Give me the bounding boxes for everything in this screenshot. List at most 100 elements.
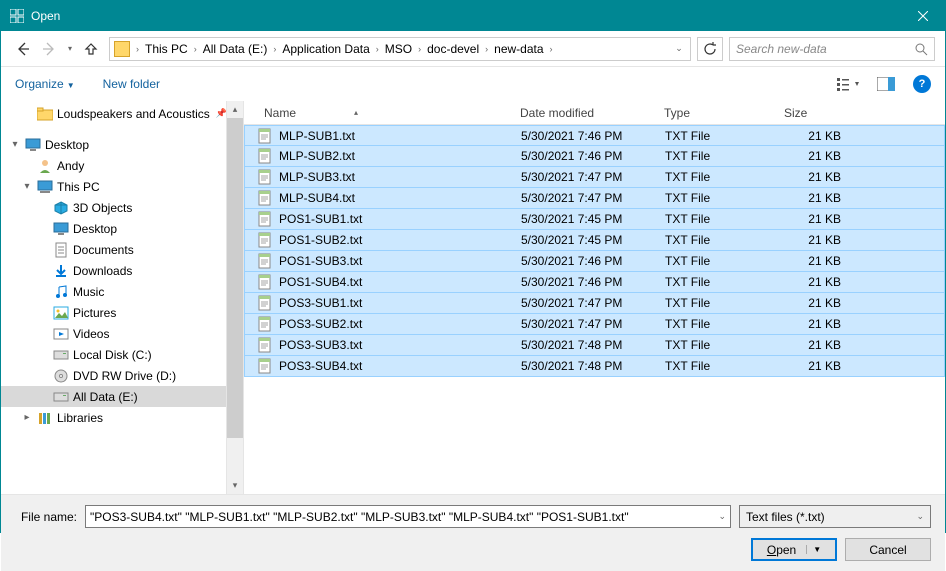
col-date[interactable]: Date modified [512,106,656,120]
filename-dropdown-icon[interactable]: ⌄ [714,511,726,522]
file-row[interactable]: POS1-SUB1.txt 5/30/2021 7:45 PM TXT File… [244,209,945,230]
tree-item[interactable]: DVD RW Drive (D:) [1,365,243,386]
tree-item-label: Videos [73,327,109,341]
breadcrumb-item[interactable]: MSO [381,40,416,58]
refresh-button[interactable] [697,37,723,61]
tree-expand-icon[interactable]: ▾ [21,181,33,192]
file-row[interactable]: POS1-SUB3.txt 5/30/2021 7:46 PM TXT File… [244,251,945,272]
3d-icon [53,200,69,216]
breadcrumb-separator-icon: › [548,44,555,54]
file-name: POS3-SUB3.txt [279,338,513,352]
tree-scrollbar[interactable]: ▴▾ [226,101,243,494]
tree-item-label: Documents [73,243,134,257]
tree-item[interactable]: ▾ This PC [1,176,243,197]
breadcrumb-item[interactable]: Application Data [278,40,373,58]
file-name: MLP-SUB3.txt [279,170,513,184]
file-name: POS1-SUB3.txt [279,254,513,268]
breadcrumb-item[interactable]: All Data (E:) [199,40,272,58]
lib-icon [37,410,53,426]
nav-tree[interactable]: Loudspeakers and Acoustics📌▾DesktopAndy▾… [1,101,244,494]
file-date: 5/30/2021 7:45 PM [513,233,657,247]
open-button[interactable]: Open▼ [751,538,837,561]
file-date: 5/30/2021 7:45 PM [513,212,657,226]
file-date: 5/30/2021 7:47 PM [513,191,657,205]
col-type[interactable]: Type [656,106,776,120]
file-row[interactable]: POS1-SUB2.txt 5/30/2021 7:45 PM TXT File… [244,230,945,251]
tree-item[interactable]: All Data (E:) [1,386,243,407]
txt-file-icon [257,232,273,248]
file-name: POS3-SUB4.txt [279,359,513,373]
filename-label: File name: [15,510,77,524]
tree-item[interactable]: Downloads [1,260,243,281]
file-row[interactable]: MLP-SUB2.txt 5/30/2021 7:46 PM TXT File … [244,146,945,167]
file-date: 5/30/2021 7:46 PM [513,275,657,289]
tree-item-label: Andy [57,159,84,173]
txt-file-icon [257,190,273,206]
filetype-select[interactable]: Text files (*.txt)⌄ [739,505,931,528]
organize-menu[interactable]: Organize▼ [15,77,75,91]
txt-file-icon [257,253,273,269]
file-name: MLP-SUB2.txt [279,149,513,163]
file-row[interactable]: MLP-SUB3.txt 5/30/2021 7:47 PM TXT File … [244,167,945,188]
tree-item[interactable]: Pictures [1,302,243,323]
file-type: TXT File [657,317,777,331]
file-name: MLP-SUB4.txt [279,191,513,205]
file-row[interactable]: POS3-SUB4.txt 5/30/2021 7:48 PM TXT File… [244,356,945,377]
tree-item[interactable]: Music [1,281,243,302]
tree-item[interactable]: Videos [1,323,243,344]
view-options[interactable] [837,77,859,91]
close-button[interactable] [900,1,945,31]
file-type: TXT File [657,359,777,373]
tree-item[interactable]: 3D Objects [1,197,243,218]
file-row[interactable]: POS1-SUB4.txt 5/30/2021 7:46 PM TXT File… [244,272,945,293]
file-row[interactable]: MLP-SUB4.txt 5/30/2021 7:47 PM TXT File … [244,188,945,209]
pc-icon [37,179,53,195]
tree-expand-icon[interactable]: ▸ [21,412,33,423]
preview-pane-toggle[interactable] [877,77,895,91]
user-icon [37,158,53,174]
file-date: 5/30/2021 7:46 PM [513,149,657,163]
file-size: 21 KB [777,254,849,268]
tree-item[interactable]: Andy [1,155,243,176]
tree-item-label: This PC [57,180,100,194]
address-bar[interactable]: › This PC›All Data (E:)›Application Data… [109,37,691,61]
column-headers[interactable]: Name▴ Date modified Type Size [244,101,945,125]
up-button[interactable] [79,37,103,61]
file-row[interactable]: POS3-SUB3.txt 5/30/2021 7:48 PM TXT File… [244,335,945,356]
file-list: Name▴ Date modified Type Size MLP-SUB1.t… [244,101,945,494]
new-folder-button[interactable]: New folder [103,77,160,91]
file-row[interactable]: MLP-SUB1.txt 5/30/2021 7:46 PM TXT File … [244,125,945,146]
tree-item[interactable]: Documents [1,239,243,260]
file-row[interactable]: POS3-SUB1.txt 5/30/2021 7:47 PM TXT File… [244,293,945,314]
breadcrumb-item[interactable]: This PC [141,40,192,58]
file-name: MLP-SUB1.txt [279,129,513,143]
col-name[interactable]: Name▴ [256,106,512,120]
col-size[interactable]: Size [776,106,856,120]
tree-item[interactable]: ▸ Libraries [1,407,243,428]
breadcrumb-separator-icon: › [416,44,423,54]
cancel-button[interactable]: Cancel [845,538,931,561]
tree-item[interactable]: ▾Desktop [1,134,243,155]
tree-item[interactable]: Desktop [1,218,243,239]
disk-icon [53,347,69,363]
tree-expand-icon[interactable]: ▾ [9,139,21,150]
breadcrumb-item[interactable]: doc-devel [423,40,483,58]
open-split-icon[interactable]: ▼ [806,545,821,554]
help-button[interactable]: ? [913,75,931,93]
file-type: TXT File [657,338,777,352]
filename-input[interactable]: "POS3-SUB4.txt" "MLP-SUB1.txt" "MLP-SUB2… [85,505,731,528]
file-row[interactable]: POS3-SUB2.txt 5/30/2021 7:47 PM TXT File… [244,314,945,335]
tree-item-label: Libraries [57,411,103,425]
tree-item[interactable]: Local Disk (C:) [1,344,243,365]
search-input[interactable]: Search new-data [729,37,935,61]
search-icon [914,42,928,56]
recent-dropdown[interactable]: ▾ [63,37,77,61]
down-icon [53,263,69,279]
tree-item[interactable]: Loudspeakers and Acoustics📌 [1,103,243,124]
address-dropdown[interactable]: ⌄ [670,43,688,54]
breadcrumb-item[interactable]: new-data [490,40,547,58]
file-size: 21 KB [777,191,849,205]
back-button[interactable] [11,37,35,61]
forward-button[interactable] [37,37,61,61]
txt-file-icon [257,337,273,353]
